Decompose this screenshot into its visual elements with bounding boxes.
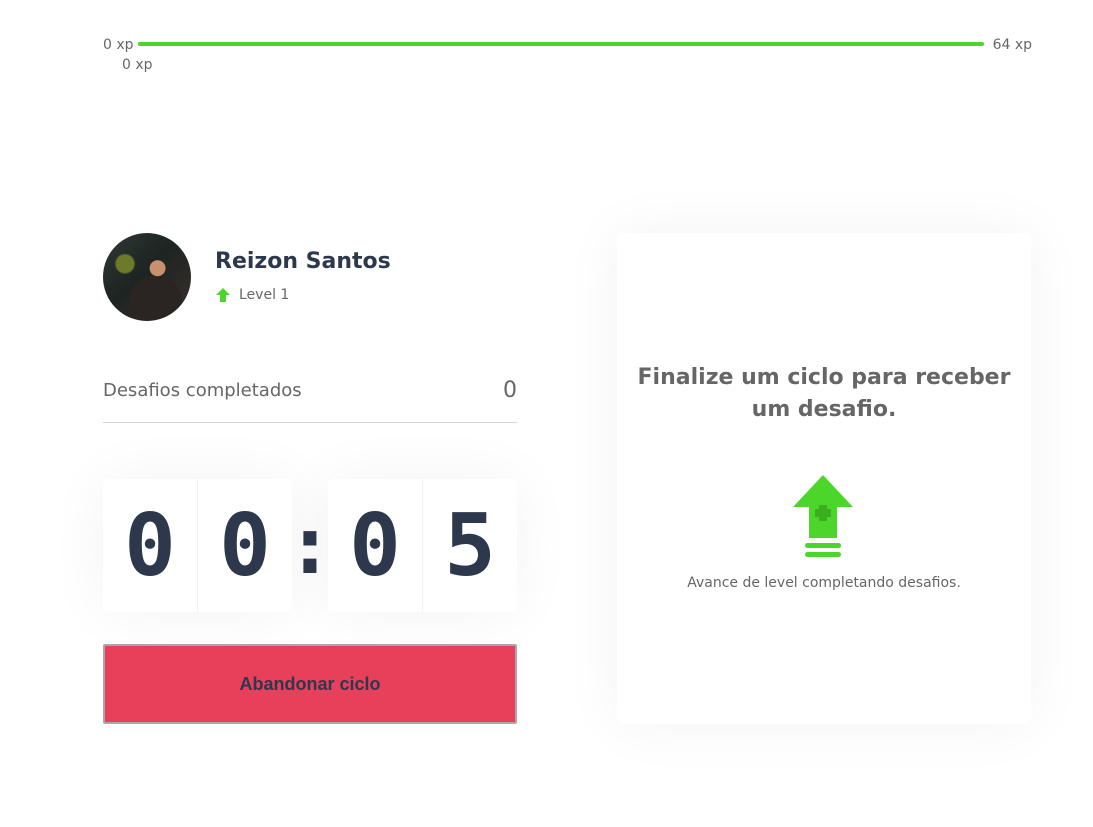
challenge-heading: Finalize um ciclo para receber um desafi… [637,365,1011,422]
xp-track [138,42,984,46]
xp-current-label: 0 xp [122,57,153,73]
second-digit-left: 0 [328,479,423,612]
countdown-minutes: 0 0 [103,479,292,612]
challenge-box: Finalize um ciclo para receber um desafi… [617,233,1031,724]
second-digit-right: 5 [444,495,496,596]
abandon-cycle-button[interactable]: Abandonar ciclo [103,644,517,724]
xp-progress-fill [138,42,984,46]
challenge-hint: Avance de level completando desafios. [687,575,961,591]
countdown-seconds: 0 5 [328,479,517,612]
minute-digit-left: 0 [103,479,198,612]
level-row: Level 1 [215,285,289,305]
minute-digit-right: 0 [219,495,271,596]
xp-min-label: 0 xp [103,37,134,53]
profile-name: Reizon Santos [215,249,391,274]
avatar [103,233,191,321]
level-up-arrow-icon [216,288,230,302]
xp-max-label: 64 xp [992,37,1032,53]
profile: Reizon Santos Level 1 [103,233,517,321]
experience-bar: 0 xp 64 xp 0 xp [103,36,1032,76]
completed-challenges: Desafios completados 0 [103,365,517,423]
countdown-separator: : [285,499,335,592]
level-label: Level 1 [239,287,290,303]
completed-challenges-count: 0 [503,378,517,403]
countdown: 0 0 : 0 5 [103,479,517,612]
completed-challenges-label: Desafios completados [103,380,302,401]
level-up-stack-icon [793,475,853,557]
